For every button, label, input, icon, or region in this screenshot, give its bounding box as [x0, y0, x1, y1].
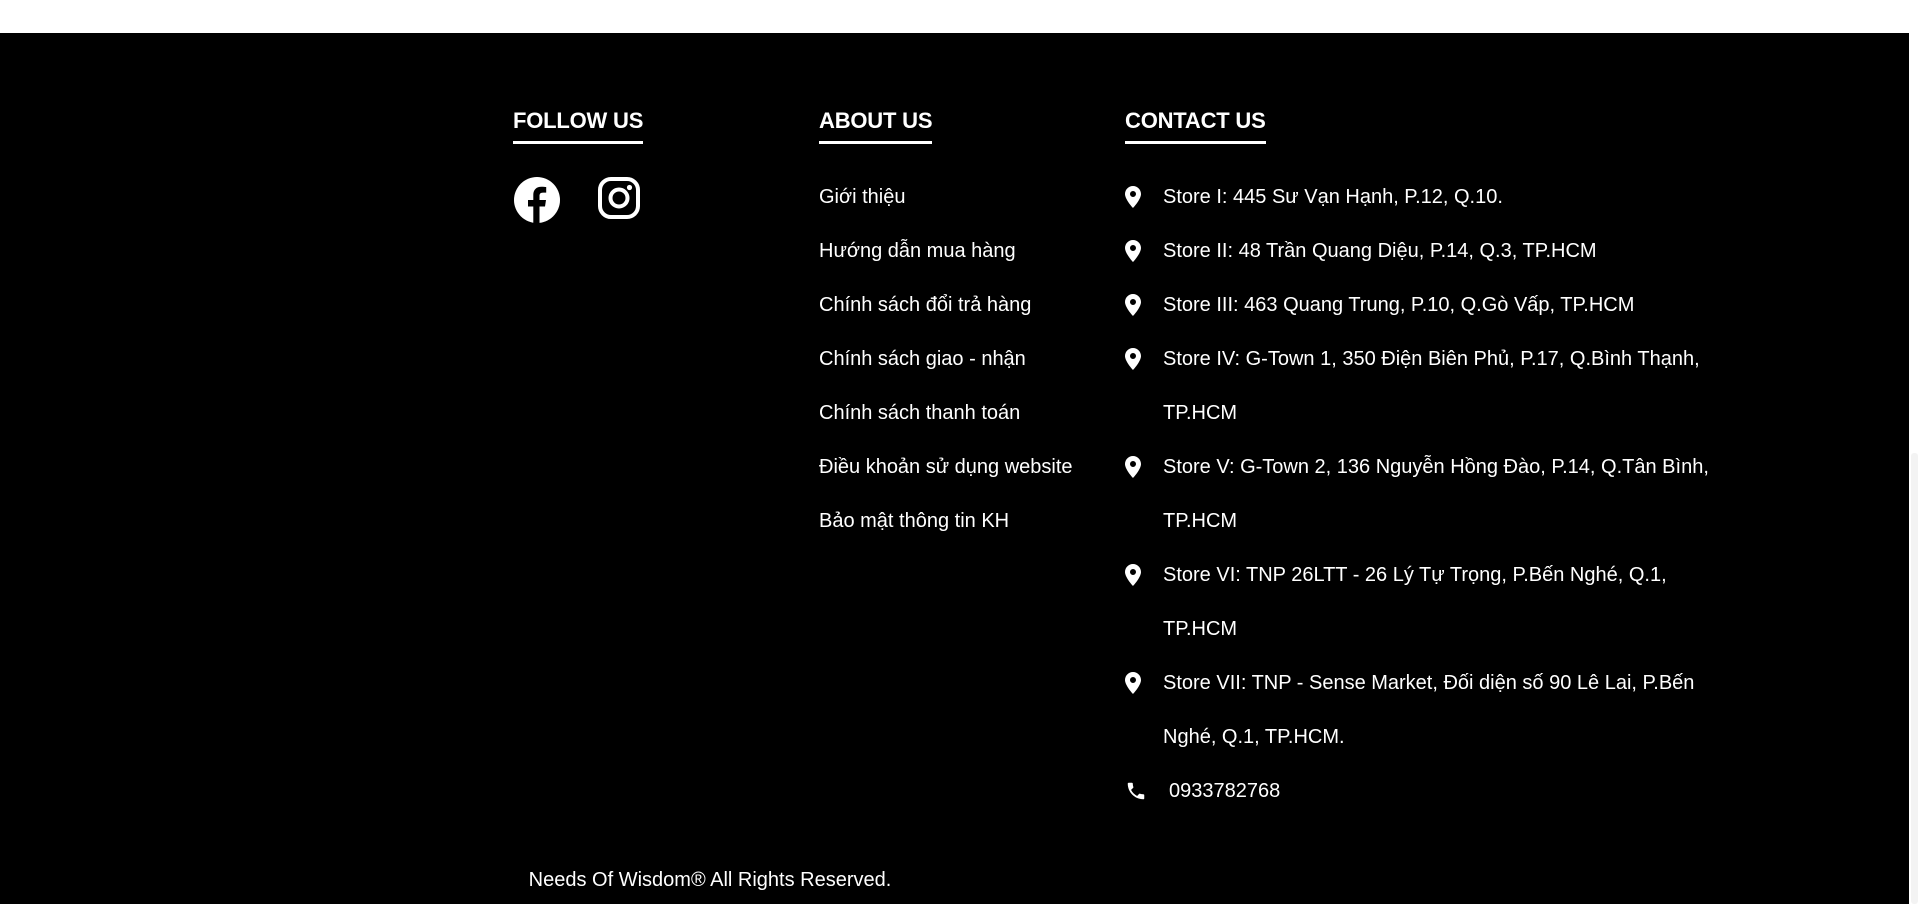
about-link-bao-mat[interactable]: Bảo mật thông tin KH — [819, 494, 1089, 548]
about-link-huong-dan-mua-hang[interactable]: Hướng dẫn mua hàng — [819, 224, 1089, 278]
map-pin-icon — [1125, 294, 1141, 316]
about-us-column: ABOUT US Giới thiệu Hướng dẫn mua hàng C… — [819, 108, 1089, 548]
phone-item[interactable]: 0933782768 — [1125, 764, 1725, 818]
store-item: Store III: 463 Quang Trung, P.10, Q.Gò V… — [1125, 278, 1725, 332]
store-address: Store II: 48 Trần Quang Diệu, P.14, Q.3,… — [1163, 240, 1597, 262]
store-list: Store I: 445 Sư Vạn Hạnh, P.12, Q.10. St… — [1125, 170, 1725, 818]
store-item: Store VII: TNP - Sense Market, Đối diện … — [1125, 656, 1725, 764]
phone-icon — [1127, 782, 1145, 800]
map-pin-icon — [1125, 672, 1141, 694]
about-link-chinh-sach-giao-nhan[interactable]: Chính sách giao - nhận — [819, 332, 1089, 386]
about-link-chinh-sach-doi-tra[interactable]: Chính sách đổi trả hàng — [819, 278, 1089, 332]
about-links: Giới thiệu Hướng dẫn mua hàng Chính sách… — [819, 170, 1089, 548]
store-address: Store IV: G-Town 1, 350 Điện Biên Phủ, P… — [1163, 348, 1700, 424]
store-item: Store I: 445 Sư Vạn Hạnh, P.12, Q.10. — [1125, 170, 1725, 224]
about-link-dieu-khoan[interactable]: Điều khoản sử dụng website — [819, 440, 1089, 494]
store-address: Store VI: TNP 26LTT - 26 Lý Tự Trọng, P.… — [1163, 564, 1667, 640]
facebook-icon[interactable] — [513, 176, 561, 224]
map-pin-icon — [1125, 348, 1141, 370]
site-footer: FOLLOW US ABOUT US Giới thiệu Hướng dẫn … — [0, 33, 1909, 904]
map-pin-icon — [1125, 564, 1141, 586]
scrollbar-thumb[interactable] — [1911, 453, 1918, 904]
store-item: Store VI: TNP 26LTT - 26 Lý Tự Trọng, P.… — [1125, 548, 1725, 656]
store-address: Store V: G-Town 2, 136 Nguyễn Hồng Đào, … — [1163, 456, 1709, 532]
instagram-icon[interactable] — [597, 176, 645, 224]
store-item: Store V: G-Town 2, 136 Nguyễn Hồng Đào, … — [1125, 440, 1725, 548]
contact-us-column: CONTACT US Store I: 445 Sư Vạn Hạnh, P.1… — [1125, 108, 1725, 818]
phone-number: 0933782768 — [1169, 780, 1281, 802]
map-pin-icon — [1125, 240, 1141, 262]
about-us-heading: ABOUT US — [819, 108, 932, 144]
follow-us-column: FOLLOW US — [513, 108, 773, 224]
page-top-area — [0, 0, 1920, 33]
copyright-text: Needs Of Wisdom® All Rights Reserved. — [528, 869, 892, 891]
store-address: Store I: 445 Sư Vạn Hạnh, P.12, Q.10. — [1163, 186, 1503, 208]
store-item: Store IV: G-Town 1, 350 Điện Biên Phủ, P… — [1125, 332, 1725, 440]
map-pin-icon — [1125, 456, 1141, 478]
contact-us-heading: CONTACT US — [1125, 108, 1266, 144]
about-link-chinh-sach-thanh-toan[interactable]: Chính sách thanh toán — [819, 386, 1089, 440]
store-address: Store VII: TNP - Sense Market, Đối diện … — [1163, 672, 1695, 748]
social-links — [513, 176, 773, 224]
store-address: Store III: 463 Quang Trung, P.10, Q.Gò V… — [1163, 294, 1635, 316]
about-link-gioi-thieu[interactable]: Giới thiệu — [819, 170, 1089, 224]
store-item: Store II: 48 Trần Quang Diệu, P.14, Q.3,… — [1125, 224, 1725, 278]
map-pin-icon — [1125, 186, 1141, 208]
follow-us-heading: FOLLOW US — [513, 108, 643, 144]
